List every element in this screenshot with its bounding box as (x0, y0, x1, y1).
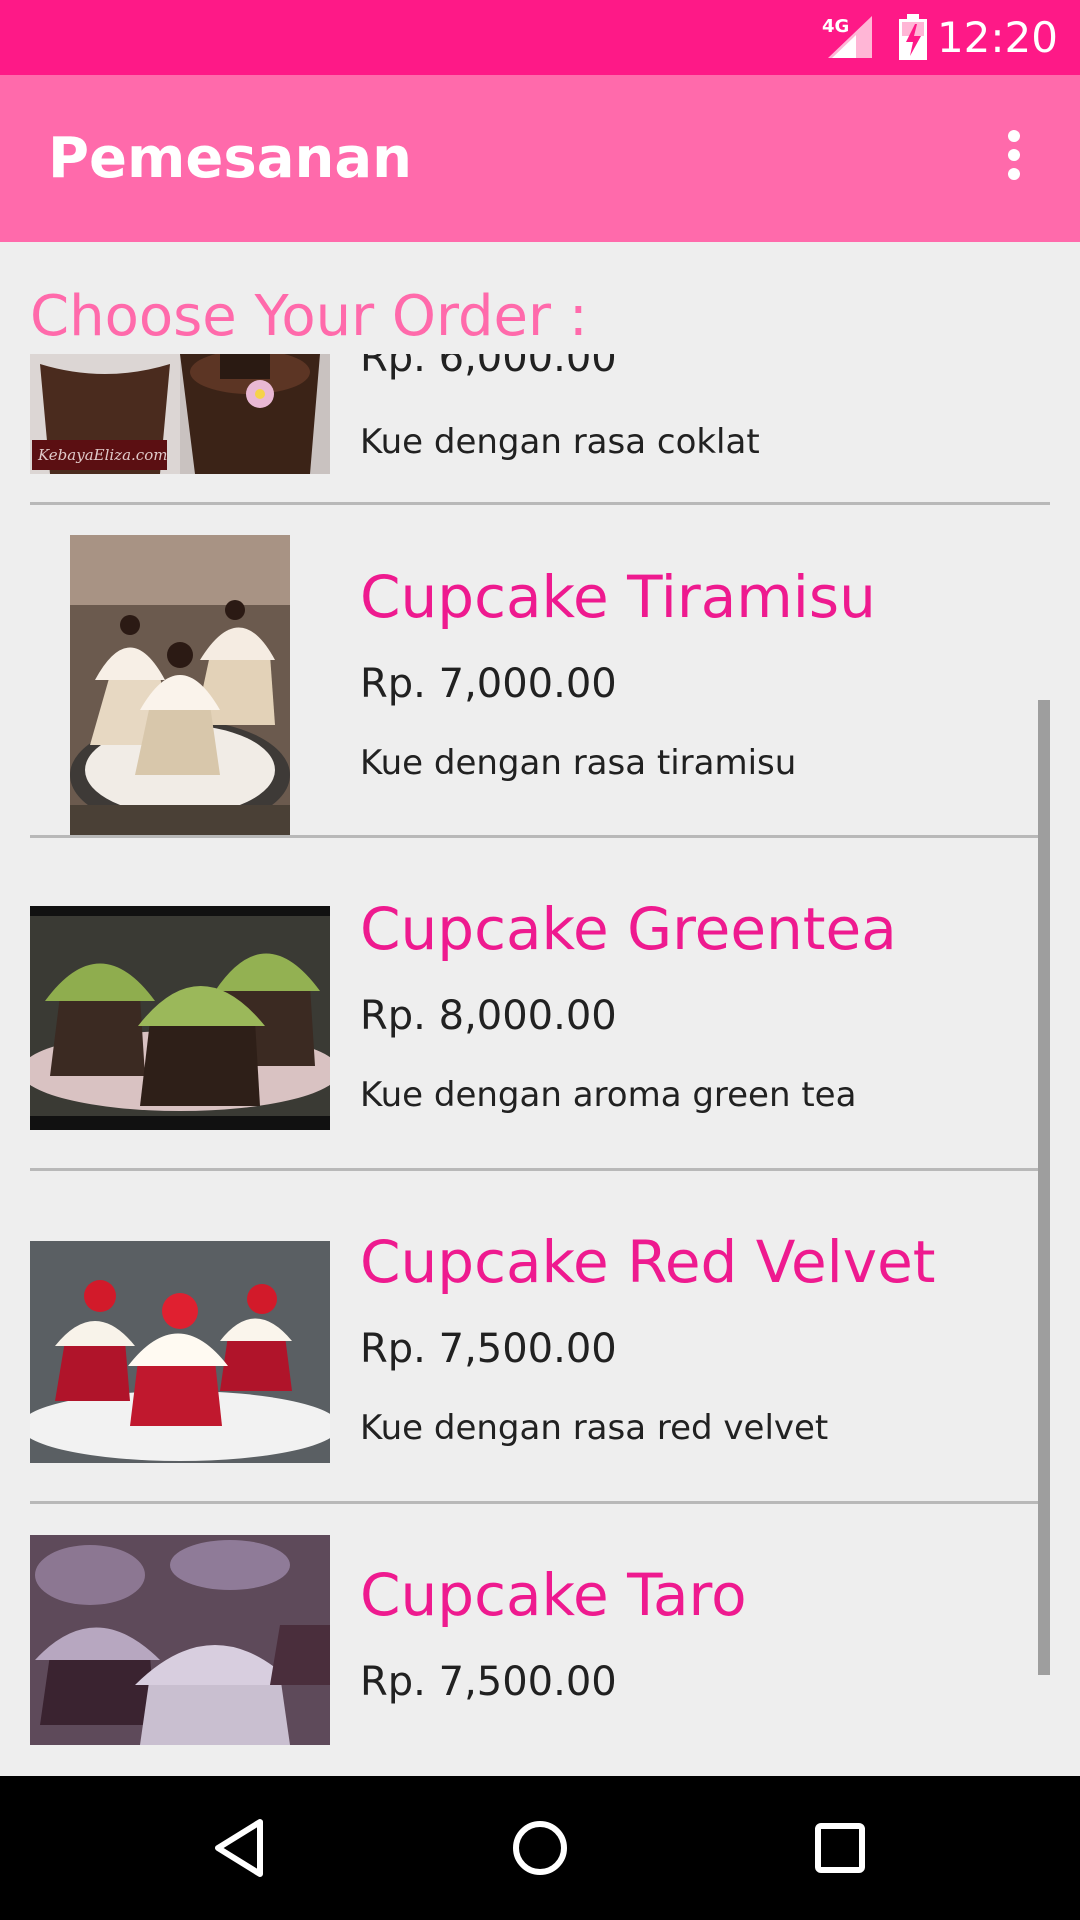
divider (30, 1168, 1050, 1171)
cupcake-red-velvet-image (30, 1241, 330, 1463)
signal-4g-icon: 4G (822, 16, 872, 58)
product-list[interactable]: KebayaEliza.com Rp. 6,000.00 Kue dengan … (0, 354, 1080, 1776)
cupcake-tiramisu-image (70, 535, 290, 835)
home-icon[interactable] (508, 1816, 572, 1880)
svg-text:4G: 4G (822, 16, 849, 37)
item-description: Kue dengan rasa tiramisu (360, 743, 797, 783)
back-icon[interactable] (208, 1816, 272, 1880)
divider (30, 1501, 1050, 1504)
item-name: Cupcake Red Velvet (360, 1228, 936, 1296)
item-price: Rp. 7,500.00 (360, 1326, 617, 1372)
item-price: Rp. 7,500.00 (360, 1659, 617, 1705)
app-title: Pemesanan (48, 126, 412, 191)
cupcake-taro-image (30, 1535, 330, 1745)
page-heading: Choose Your Order : (30, 284, 588, 349)
scrollbar[interactable] (1038, 700, 1050, 1675)
recents-icon[interactable] (808, 1816, 872, 1880)
battery-charging-icon (899, 14, 927, 60)
item-name: Cupcake Taro (360, 1561, 747, 1629)
cupcake-greentea-image (30, 906, 330, 1130)
item-description: Kue dengan rasa coklat (360, 422, 760, 462)
divider (30, 835, 1050, 838)
item-name: Cupcake Greentea (360, 895, 897, 963)
status-bar: 4G 12:20 (0, 0, 1080, 75)
more-vert-icon[interactable] (990, 120, 1038, 190)
item-description: Kue dengan rasa red velvet (360, 1408, 829, 1448)
status-time: 12:20 (936, 13, 1058, 62)
divider (30, 502, 1050, 505)
svg-text:KebayaEliza.com: KebayaEliza.com (37, 446, 167, 464)
item-price: Rp. 6,000.00 (360, 354, 617, 381)
item-name: Cupcake Tiramisu (360, 563, 876, 631)
item-description: Kue dengan aroma green tea (360, 1075, 857, 1115)
chocolate-cupcake-image: KebayaEliza.com (30, 354, 330, 474)
item-price: Rp. 7,000.00 (360, 661, 617, 707)
navigation-bar (0, 1776, 1080, 1920)
item-price: Rp. 8,000.00 (360, 993, 617, 1039)
app-bar: Pemesanan (0, 75, 1080, 242)
